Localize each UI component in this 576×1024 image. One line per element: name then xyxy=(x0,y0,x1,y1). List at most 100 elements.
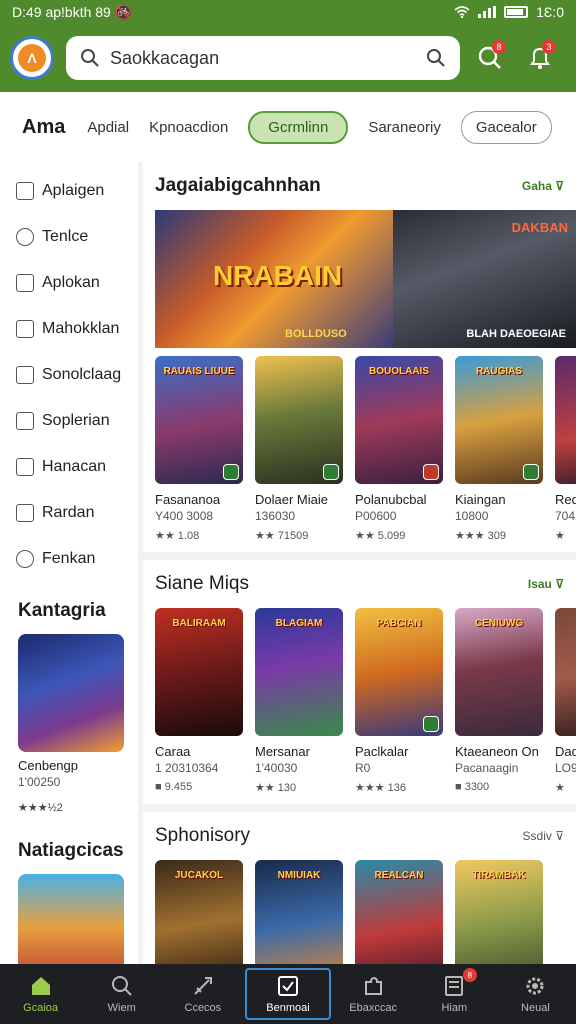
game-rating: ★★★ 309 xyxy=(455,530,506,542)
nav-item-library[interactable]: Benmoai xyxy=(245,968,331,1020)
notifications-button[interactable]: 3 xyxy=(520,38,560,78)
game-card[interactable]: BALIRAAM Caraa 1 20310364 ■ 9.455 xyxy=(155,608,245,794)
game-thumbnail: PABCIAN xyxy=(355,608,443,736)
game-rating: ■ 9.455 xyxy=(155,781,193,793)
search-icon xyxy=(81,49,99,67)
featured-banner[interactable]: NRABAIN BOLLDUSO xyxy=(155,210,393,348)
section-sponsored: Sphonisory Ssdiv ⊽ JUCAKOL NMIUIAK REALC… xyxy=(143,812,576,964)
game-title: Dad xyxy=(555,744,576,759)
game-subtitle: R0 xyxy=(355,761,371,775)
section-title: Sphonisory xyxy=(155,825,251,846)
featured-banner[interactable]: DAKBAN BLAH DAEOEGIAE xyxy=(392,210,576,348)
sidebar-item[interactable]: Tenlce xyxy=(0,214,138,260)
search-input[interactable]: Saokkacagan xyxy=(66,36,460,80)
platform-badge-icon xyxy=(423,464,439,480)
sidebar-heading: Kantagria xyxy=(18,600,106,621)
game-card-row: BALIRAAM Caraa 1 20310364 ■ 9.455 BLAGIA… xyxy=(155,608,576,794)
filter-chip[interactable]: Apdial xyxy=(87,119,129,136)
nav-item-news[interactable]: Hiam 8 xyxy=(414,964,495,1024)
discover-button[interactable]: 8 xyxy=(470,38,510,78)
platform-badge-icon xyxy=(523,464,539,480)
nav-item-apps[interactable]: Ebaxccac xyxy=(333,964,414,1024)
logo-mark-icon: Λ xyxy=(18,44,46,72)
banner-carousel: NRABAIN BOLLDUSO DAKBAN BLAH DAEOEGIAE xyxy=(155,210,576,348)
checkbox-icon xyxy=(277,976,298,996)
game-thumbnail: TIRAMBAK xyxy=(455,860,543,964)
game-card[interactable]: BLAGIAM Mersanar 1'40030 ★★ 130 xyxy=(255,608,345,794)
see-all-link[interactable]: Gaha ⊽ xyxy=(522,179,564,193)
platform-badge-icon xyxy=(423,716,439,732)
game-card[interactable]: Dad LO9 ★ xyxy=(555,608,576,794)
gift-icon xyxy=(16,412,34,430)
game-card[interactable]: BOUOLAAIS Polanubcbal P00600 ★★ 5.099 xyxy=(355,356,445,542)
game-card[interactable]: NMIUIAK xyxy=(255,860,345,964)
nav-item-settings[interactable]: Neual xyxy=(495,964,576,1024)
game-subtitle: 1'00250 xyxy=(18,775,61,789)
filter-chip-active[interactable]: Gcrmlinn xyxy=(248,110,349,144)
gear-icon xyxy=(526,977,544,995)
puzzle-icon xyxy=(365,976,383,995)
game-title: Red xyxy=(555,492,576,507)
game-thumbnail xyxy=(555,356,576,484)
section-featured: Jagaiabigcahnhan Gaha ⊽ NRABAIN BOLLDUSO… xyxy=(143,162,576,552)
list-icon xyxy=(16,320,34,338)
game-card[interactable]: Red 704 ★ xyxy=(555,356,576,542)
game-subtitle: 1 20310364 xyxy=(155,761,219,775)
section-popular: Siane Miqs Isau ⊽ BALIRAAM Caraa 1 20310… xyxy=(143,560,576,804)
game-rating: ★ xyxy=(555,530,565,542)
section-title: Jagaiabigcahnhan xyxy=(155,175,321,196)
game-thumbnail: RAUGIAS xyxy=(455,356,543,484)
status-clock: 1Ɛ:0 xyxy=(536,4,564,20)
sidebar-item[interactable]: Mahokklan xyxy=(0,306,138,352)
game-card[interactable]: CENIUWG Ktaeaneon On Pacanaagin ■ 3300 xyxy=(455,608,545,794)
status-icons: 1Ɛ:0 xyxy=(454,4,564,20)
sidebar-item[interactable]: Rardan xyxy=(0,490,138,536)
search-submit-icon[interactable] xyxy=(426,48,446,68)
game-card[interactable]: RAUAIS LIUUE Fasananoa Y400 3008 ★★ 1.08 xyxy=(155,356,245,542)
home-icon xyxy=(31,977,50,995)
sidebar-game-card[interactable]: Cenbengp 1'00250 ★★★½2 xyxy=(18,634,126,814)
game-subtitle: Y400 3008 xyxy=(155,509,214,523)
nav-item-games[interactable]: Ccecos xyxy=(162,964,243,1024)
game-card[interactable]: REALCAN xyxy=(355,860,445,964)
see-all-link[interactable]: Isau ⊽ xyxy=(528,577,564,591)
game-subtitle: Pacanaagin xyxy=(455,761,519,775)
filter-chip[interactable]: Kpnoacdion xyxy=(149,119,228,136)
banner-caption: BLAH DAEOEGIAE xyxy=(466,328,566,340)
sidebar-item[interactable]: Aplokan xyxy=(0,260,138,306)
app-bar: Λ Saokkacagan 8 3 xyxy=(0,24,576,92)
game-card[interactable]: JUCAKOL xyxy=(155,860,245,964)
checkbox-icon xyxy=(16,504,34,522)
banner-title: DAKBAN xyxy=(511,220,568,235)
alert-badge: 3 xyxy=(542,40,556,54)
game-rating: ★★ 71509 xyxy=(255,530,309,542)
game-thumbnail: CENIUWG xyxy=(455,608,543,736)
game-subtitle: P00600 xyxy=(355,509,397,523)
game-card[interactable]: Dolaer Miaie 136030 ★★ 71509 xyxy=(255,356,345,542)
controller-icon xyxy=(16,366,34,384)
filter-chip[interactable]: Gacealor xyxy=(460,110,552,144)
sidebar-item[interactable]: Hanacan xyxy=(0,444,138,490)
sidebar-game-card[interactable] xyxy=(18,874,126,964)
sidebar-item[interactable]: Soplerian xyxy=(0,398,138,444)
game-card[interactable]: TIRAMBAK xyxy=(455,860,545,964)
notification-badge: 8 xyxy=(492,40,506,54)
nav-item-home[interactable]: Gcaioa xyxy=(0,964,81,1024)
tag-icon xyxy=(16,228,34,246)
filter-chip[interactable]: Saraneoriy xyxy=(368,119,441,136)
game-thumbnail: BALIRAAM xyxy=(155,608,243,736)
app-logo[interactable]: Λ xyxy=(10,36,54,80)
game-thumbnail: REALCAN xyxy=(355,860,443,964)
game-card[interactable]: PABCIAN Paclkalar R0 ★★★ 136 xyxy=(355,608,445,794)
game-card[interactable]: RAUGIAS Kiaingan 10800 ★★★ 309 xyxy=(455,356,545,542)
nav-item-search[interactable]: Wiem xyxy=(81,964,162,1024)
game-thumbnail: NMIUIAK xyxy=(255,860,343,964)
sidebar-item[interactable]: Aplaigen xyxy=(0,168,138,214)
mail-icon xyxy=(16,182,34,200)
game-thumbnail xyxy=(18,874,124,964)
game-thumbnail: BLAGIAM xyxy=(255,608,343,736)
sidebar-item[interactable]: Sonolclaag xyxy=(0,352,138,398)
game-title: Mersanar xyxy=(255,744,310,759)
sidebar-item[interactable]: Fenkan xyxy=(0,536,138,582)
see-all-link[interactable]: Ssdiv ⊽ xyxy=(523,829,564,843)
